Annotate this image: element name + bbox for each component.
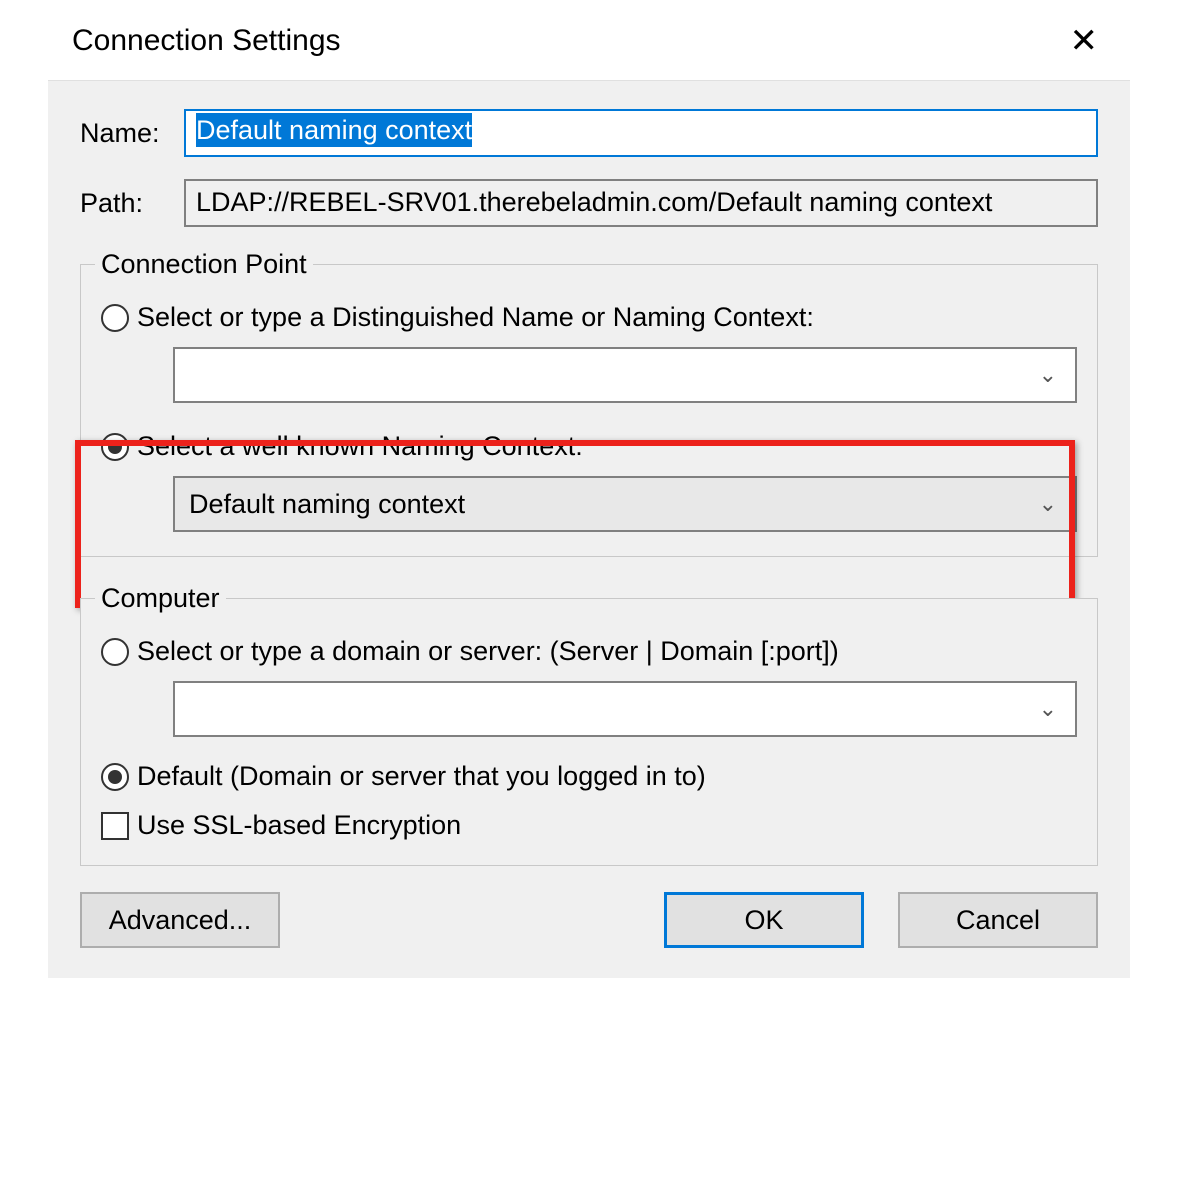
- path-row: Path: LDAP://REBEL-SRV01.therebeladmin.c…: [80, 179, 1098, 227]
- titlebar: Connection Settings ✕: [48, 0, 1130, 80]
- chevron-down-icon: ⌄: [1039, 491, 1057, 517]
- close-icon[interactable]: ✕: [1062, 20, 1107, 62]
- chevron-down-icon: ⌄: [1039, 362, 1057, 388]
- path-label: Path:: [80, 188, 184, 219]
- server-combobox[interactable]: ⌄: [173, 681, 1077, 737]
- dialog-title: Connection Settings: [72, 24, 341, 58]
- name-input[interactable]: Default naming context: [184, 109, 1098, 157]
- ok-button[interactable]: OK: [664, 892, 864, 948]
- wellknown-combobox-value: Default naming context: [189, 489, 465, 520]
- right-buttons: OK Cancel: [664, 892, 1098, 948]
- button-row: Advanced... OK Cancel: [80, 892, 1098, 948]
- dn-radio-label: Select or type a Distinguished Name or N…: [137, 302, 814, 333]
- wellknown-radio-row: Select a well known Naming Context:: [101, 431, 1077, 462]
- server-radio-label: Select or type a domain or server: (Serv…: [137, 636, 839, 667]
- default-radio-row: Default (Domain or server that you logge…: [101, 761, 1077, 792]
- ssl-checkbox-row: Use SSL-based Encryption: [101, 810, 1077, 841]
- computer-legend: Computer: [95, 583, 226, 614]
- connection-settings-dialog: Connection Settings ✕ Name: Default nami…: [48, 0, 1130, 978]
- wellknown-combobox[interactable]: Default naming context ⌄: [173, 476, 1077, 532]
- connection-point-legend: Connection Point: [95, 249, 313, 280]
- name-label: Name:: [80, 118, 184, 149]
- default-radio[interactable]: [101, 763, 129, 791]
- wellknown-radio-label: Select a well known Naming Context:: [137, 431, 583, 462]
- server-radio-row: Select or type a domain or server: (Serv…: [101, 636, 1077, 667]
- server-radio[interactable]: [101, 638, 129, 666]
- default-radio-label: Default (Domain or server that you logge…: [137, 761, 706, 792]
- computer-group: Computer Select or type a domain or serv…: [80, 583, 1098, 866]
- name-row: Name: Default naming context: [80, 109, 1098, 157]
- dn-radio-row: Select or type a Distinguished Name or N…: [101, 302, 1077, 333]
- connection-point-group: Connection Point Select or type a Distin…: [80, 249, 1098, 557]
- wellknown-radio[interactable]: [101, 433, 129, 461]
- dn-radio[interactable]: [101, 304, 129, 332]
- chevron-down-icon: ⌄: [1039, 696, 1057, 722]
- advanced-button[interactable]: Advanced...: [80, 892, 280, 948]
- dn-combobox[interactable]: ⌄: [173, 347, 1077, 403]
- ssl-checkbox-label: Use SSL-based Encryption: [137, 810, 461, 841]
- name-input-value: Default naming context: [196, 113, 472, 147]
- cancel-button[interactable]: Cancel: [898, 892, 1098, 948]
- dialog-body: Name: Default naming context Path: LDAP:…: [48, 80, 1130, 978]
- path-display: LDAP://REBEL-SRV01.therebeladmin.com/Def…: [184, 179, 1098, 227]
- ssl-checkbox[interactable]: [101, 812, 129, 840]
